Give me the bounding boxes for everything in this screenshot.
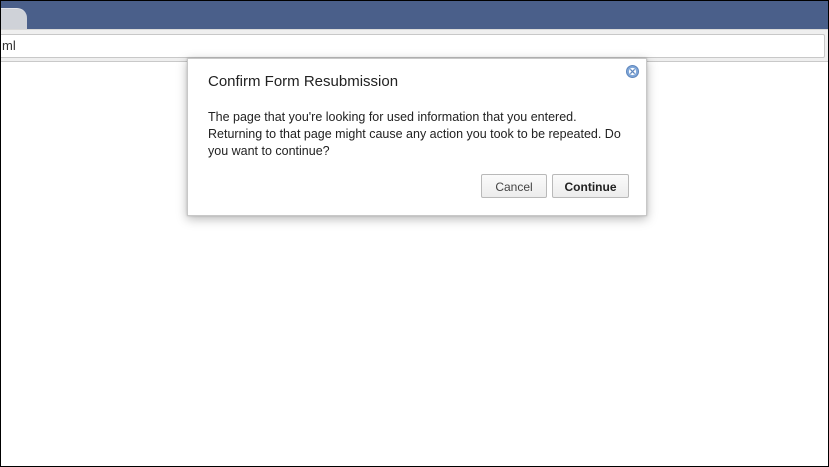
address-bar-url: ml: [2, 38, 16, 53]
close-icon[interactable]: [626, 65, 639, 78]
address-bar[interactable]: ml: [1, 34, 825, 58]
browser-window: ml Confirm Form Resubmission The page th…: [0, 0, 829, 467]
dialog-message: The page that you're looking for used in…: [208, 110, 621, 158]
confirm-resubmission-dialog: Confirm Form Resubmission The page that …: [187, 58, 647, 216]
dialog-title: Confirm Form Resubmission: [208, 73, 399, 90]
continue-button[interactable]: Continue: [552, 174, 629, 198]
tab-strip: [1, 1, 828, 30]
browser-tab[interactable]: [1, 8, 27, 30]
cancel-button[interactable]: Cancel: [481, 174, 547, 198]
